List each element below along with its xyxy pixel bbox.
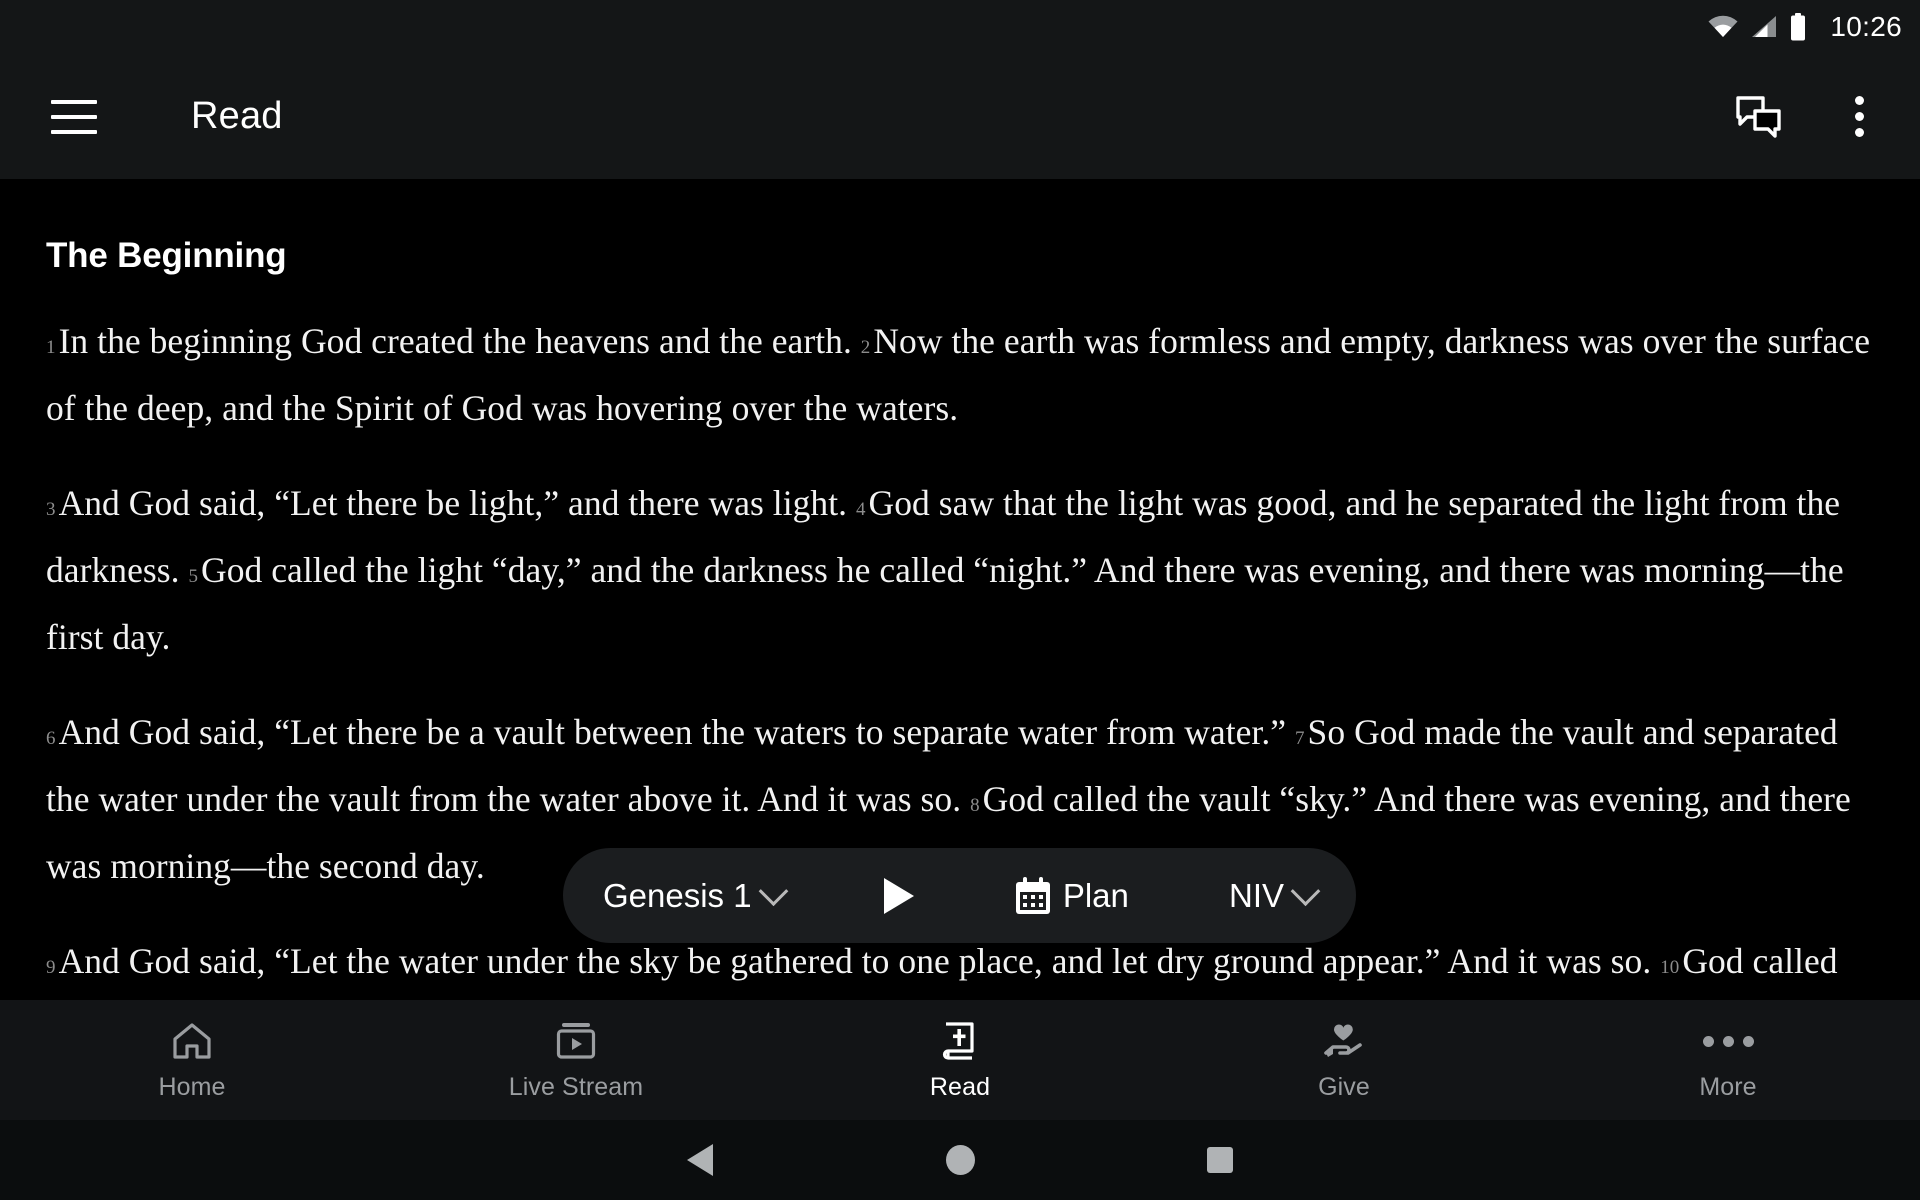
section-heading: The Beginning [46,236,287,275]
ellipsis-dot [1722,1035,1734,1047]
ellipsis-dot [1702,1035,1714,1047]
plan-button[interactable]: Plan [1014,876,1129,916]
verse-paragraph[interactable]: 1In the beginning God created the heaven… [46,311,1874,438]
verse-number: 5 [188,566,199,587]
verse-paragraph[interactable]: 3And God said, “Let there be light,” and… [46,473,1874,667]
calendar-icon [1015,876,1050,914]
chevron-down-icon [758,876,788,907]
cellular-signal-icon [1752,16,1777,37]
back-triangle-icon [687,1144,713,1176]
verse-text: And God said, “Let there be a vault betw… [58,712,1295,752]
play-audio-button[interactable] [883,877,914,914]
nav-label-live-stream: Live Stream [508,1072,644,1101]
comments-button[interactable] [1731,89,1787,145]
status-icons: 10:26 [1707,13,1902,41]
overflow-dot [1854,128,1864,137]
nav-item-live-stream[interactable]: Live Stream [384,1019,768,1102]
reader-toolbar: Genesis 1 Plan NIV [563,848,1356,943]
verse-number: 8 [970,795,980,816]
status-bar: 10:26 [0,0,1920,54]
recents-square-icon [1207,1147,1233,1173]
bible-book-icon [939,1019,981,1064]
home-circle-icon [945,1145,975,1175]
verse-number: 2 [860,337,871,358]
verse-number: 6 [46,728,56,749]
bottom-navigation: Home Live Stream Read Give More [0,1000,1920,1120]
hamburger-menu-icon[interactable] [51,99,97,134]
plan-label: Plan [1062,876,1129,914]
verse-text: God called the light “day,” and the dark… [46,550,1844,657]
app-screen: 10:26 Read The Beginning 1In the beginni… [0,0,1920,1200]
overflow-dot [1854,112,1864,121]
verse-text: And God said, “Let the water under the s… [58,941,1661,981]
nav-label-more: More [1699,1072,1757,1101]
nav-item-home[interactable]: Home [0,1019,384,1102]
system-home-button[interactable] [830,1145,1090,1175]
home-icon [171,1019,213,1064]
verse-number: 1 [46,337,56,358]
verse-number: 10 [1660,957,1680,978]
ellipsis-dot [1742,1035,1754,1047]
overflow-dot [1854,96,1864,105]
android-system-nav [0,1120,1920,1200]
ellipsis-icon [1702,1019,1754,1064]
nav-label-give: Give [1318,1072,1370,1101]
chapter-selector[interactable]: Genesis 1 [603,876,788,915]
chevron-down-icon [1290,876,1321,907]
wifi-icon [1708,15,1738,37]
chapter-selector-label: Genesis 1 [603,876,752,914]
nav-item-give[interactable]: Give [1152,1019,1536,1102]
verse-text: And God said, “Let there be light,” and … [58,483,856,523]
status-bar-clock: 10:26 [1830,11,1902,42]
live-stream-icon [555,1019,597,1064]
more-options-button[interactable] [1831,89,1887,145]
verse-number: 7 [1294,728,1305,749]
battery-icon [1791,13,1806,41]
nav-item-read[interactable]: Read [768,1019,1152,1102]
verse-number: 9 [46,957,56,978]
app-bar-actions [1731,89,1887,145]
version-selector[interactable]: NIV [1228,876,1321,915]
page-title: Read [191,95,283,137]
nav-item-more[interactable]: More [1536,1019,1920,1102]
app-bar: Read [0,54,1920,179]
verse-number: 4 [855,499,866,520]
hand-heart-icon [1322,1019,1366,1064]
system-back-button[interactable] [570,1144,830,1176]
verse-text: In the beginning God created the heavens… [58,321,861,361]
version-selector-label: NIV [1228,876,1284,914]
nav-label-home: Home [158,1072,226,1101]
verse-number: 3 [46,499,56,520]
nav-label-read: Read [929,1072,991,1101]
system-recents-button[interactable] [1090,1147,1350,1173]
chat-bubbles-icon [1736,95,1781,138]
